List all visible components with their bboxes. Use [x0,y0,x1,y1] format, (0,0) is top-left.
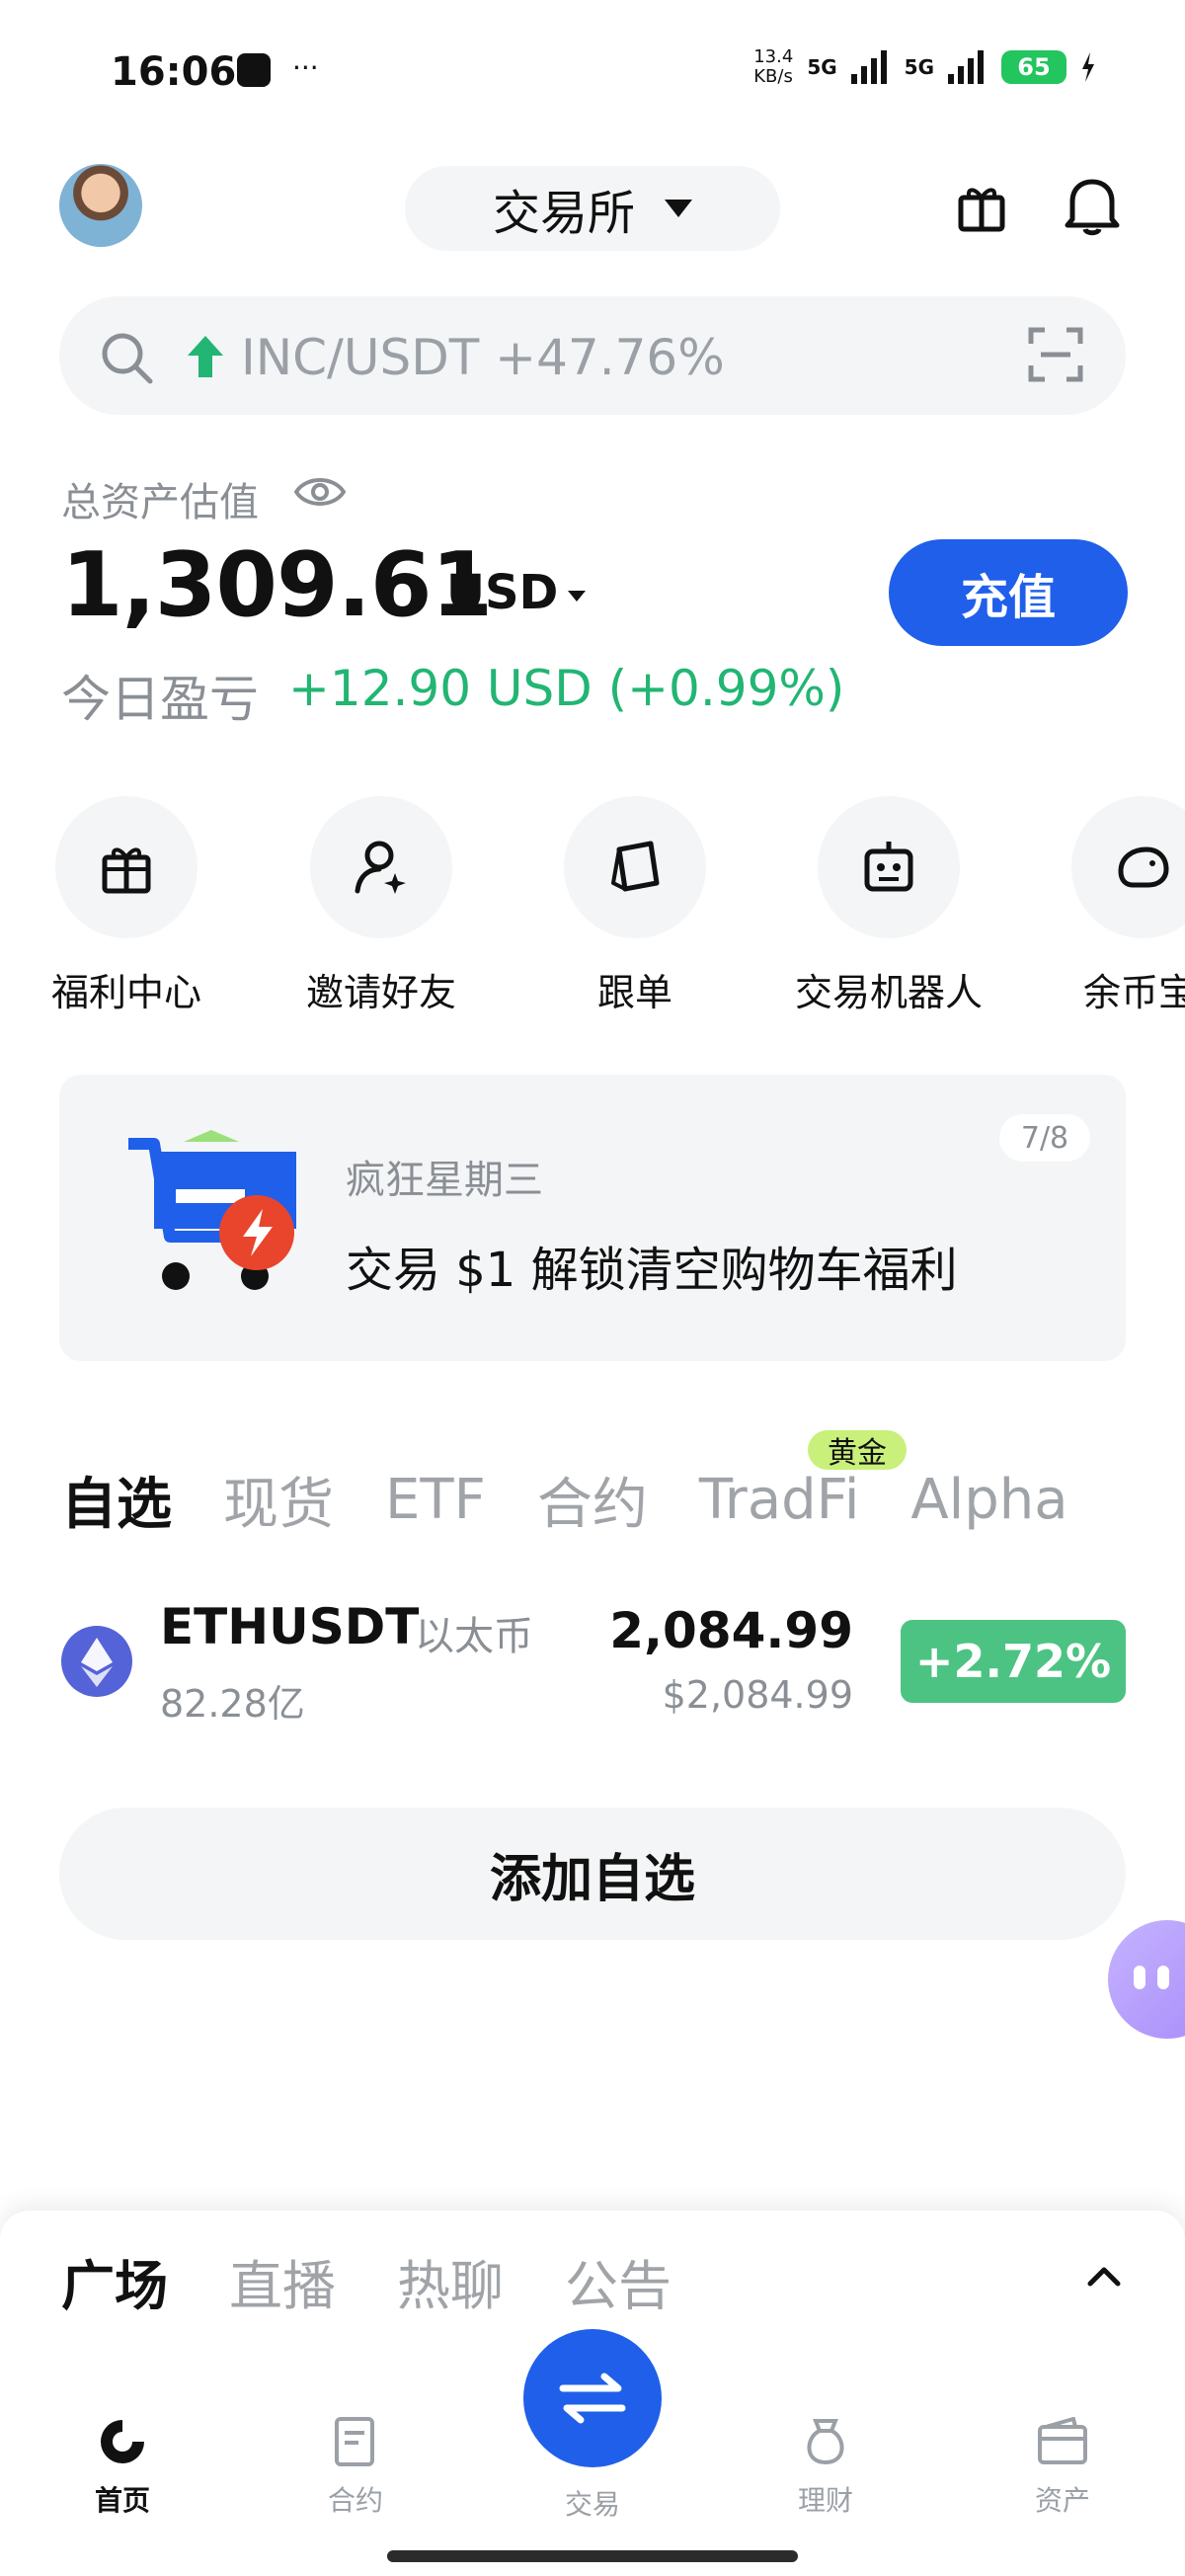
status-right: 13.4 KB/s 5G 5G 65 [753,47,1096,87]
signal-label-1: 5G [807,55,837,79]
tab-chat[interactable]: 热聊 [397,2242,504,2320]
piggy-bank-icon [1071,796,1185,938]
shopping-cart-icon [124,1130,302,1308]
net-speed: 13.4 KB/s [753,47,793,87]
chevron-up-icon[interactable] [1086,2264,1122,2292]
pnl-label: 今日盈亏 [61,671,259,728]
tab-announcements[interactable]: 公告 [565,2242,672,2320]
battery-level: 65 [1001,50,1066,84]
nav-label: 理财 [797,2484,853,2517]
tab-tradfi[interactable]: TradFi [699,1468,860,1532]
robot-icon [818,796,960,938]
wallet-icon [984,2410,1142,2473]
nav-trade-button[interactable] [523,2329,662,2467]
quick-action-savings[interactable]: 余币宝 [1014,796,1185,1016]
tab-futures[interactable]: 合约 [537,1460,648,1540]
search-icon [99,330,154,389]
tab-alpha[interactable]: Alpha [910,1468,1067,1532]
feed-tabs: 广场 直播 热聊 公告 [61,2242,672,2320]
tab-square[interactable]: 广场 [61,2242,168,2320]
net-speed-value: 13.4 [753,46,794,67]
status-time: 16:06 [111,49,237,95]
search-input[interactable]: INC/USDT +47.76% [241,329,725,386]
chevron-down-icon[interactable] [568,591,586,602]
eye-icon[interactable] [293,472,347,516]
quick-action-label: 余币宝 [1083,971,1185,1014]
net-speed-unit: KB/s [753,66,793,87]
tab-etf[interactable]: ETF [385,1468,486,1532]
quick-action-label: 邀请好友 [305,971,456,1014]
assistant-bubble[interactable] [1108,1920,1185,2039]
nav-finance[interactable]: 理财 [747,2410,905,2519]
banner-title: 交易 $1 解锁清空购物车福利 [346,1243,958,1298]
avatar[interactable] [59,164,142,247]
gift-icon [55,796,198,938]
quick-action-copy-trade[interactable]: 跟单 [507,796,763,1016]
market-tabs: 自选 现货 ETF 合约 TradFi Alpha [61,1460,1068,1540]
quick-action-welfare[interactable]: 福利中心 [0,796,255,1016]
coin-price-usd: $2,084.99 [662,1673,853,1717]
banner-page-indicator: 7/8 [999,1114,1090,1162]
total-assets-label: 总资产估值 [61,480,259,525]
banner-subtitle: 疯狂星期三 [346,1158,543,1203]
signal-label-2: 5G [904,55,934,79]
nav-contract[interactable]: 合约 [276,2410,434,2519]
more-notifications: ··· [292,51,319,84]
bubble-eye [1134,1966,1146,1989]
coin-volume: 82.28亿 [160,1682,305,1726]
add-watchlist-button[interactable]: 添加自选 [59,1808,1126,1940]
nav-label: 资产 [1034,2484,1090,2517]
tab-spot[interactable]: 现货 [223,1460,334,1540]
quick-action-label: 交易机器人 [794,971,983,1014]
exchange-label: 交易所 [492,186,635,241]
quick-action-robot[interactable]: 交易机器人 [760,796,1017,1016]
coin-name: 以太币 [415,1614,533,1659]
bell-icon[interactable] [1063,174,1122,241]
signal-bars-icon [948,50,984,84]
quick-action-invite[interactable]: 邀请好友 [253,796,510,1016]
coin-price: 2,084.99 [609,1602,853,1659]
nav-assets[interactable]: 资产 [984,2410,1142,2519]
status-bar: 16:06 ··· 13.4 KB/s 5G 5G 65 [0,0,1185,148]
tab-live[interactable]: 直播 [229,2242,336,2320]
pnl-value: +12.90 USD (+0.99%) [288,660,845,717]
nav-label: 合约 [327,2484,383,2517]
trending-up-icon [186,334,225,383]
total-assets-value: 1,309.61 [61,533,493,637]
currency-selector[interactable]: USD [446,565,558,620]
charging-icon [1082,52,1094,82]
invite-user-icon [310,796,452,938]
signal-bars-icon [850,50,887,84]
coin-symbol: ETHUSDT [160,1598,420,1655]
nav-label: 首页 [94,2484,150,2517]
finance-icon [747,2410,905,2473]
tab-watchlist[interactable]: 自选 [61,1460,172,1540]
nav-trade-label: 交易 [564,2488,620,2521]
change-badge[interactable]: +2.72% [901,1620,1126,1703]
deposit-button[interactable]: 充值 [889,539,1128,646]
clock-app-icon [237,53,271,87]
copy-trade-icon [564,796,706,938]
quick-action-label: 跟单 [596,971,672,1014]
chevron-down-icon [665,200,692,217]
bubble-eye [1157,1966,1169,1989]
exchange-switcher[interactable]: 交易所 [405,166,780,251]
quick-action-label: 福利中心 [50,971,201,1014]
contract-icon [276,2410,434,2473]
ethereum-icon [61,1626,132,1697]
nav-home[interactable]: 首页 [43,2410,201,2519]
scan-icon[interactable] [1027,326,1084,387]
home-icon [43,2410,201,2473]
gift-box-icon[interactable] [956,182,1007,237]
swap-icon [559,2373,626,2424]
home-indicator [387,2550,798,2562]
